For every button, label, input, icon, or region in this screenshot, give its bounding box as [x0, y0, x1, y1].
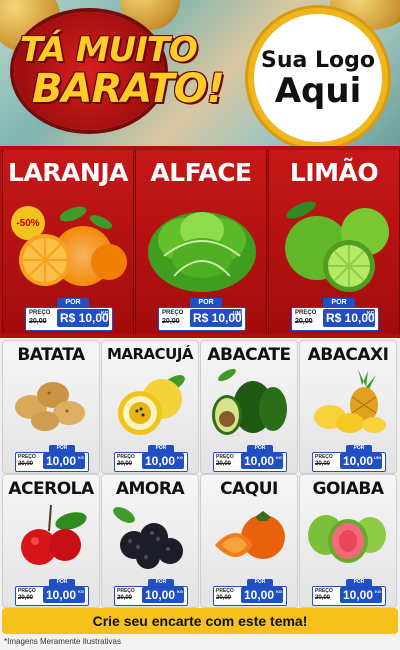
product-card-amora: AMORA POR PREÇO 20,00 10,00 KG: [101, 474, 199, 608]
potato-image: [15, 382, 85, 431]
logo-placeholder: Sua Logo Aqui: [248, 8, 388, 146]
product-grid: BATATA POR PREÇO 20,00 10,00 KG MARACUJÁ: [0, 338, 400, 608]
product-name: ALFACE: [150, 158, 252, 187]
unit-label: KG: [101, 311, 109, 317]
por-label: POR: [247, 579, 273, 586]
product-name: ABACATE: [207, 345, 291, 365]
product-name: LARANJA: [8, 158, 128, 187]
product-card-abacate: ABACATE POR PREÇO 20,00 10,00 KG: [200, 340, 298, 474]
price-label: PREÇO: [117, 588, 135, 594]
product-card-batata: BATATA POR PREÇO 20,00 10,00 KG: [2, 340, 100, 474]
price-label: PREÇO: [315, 454, 333, 460]
price-label: PREÇO: [216, 588, 234, 594]
product-name: GOIABA: [312, 479, 384, 499]
featured-row: LARANJA -50% POR PREÇO 20,00 R$ 10,00 KG: [0, 146, 400, 338]
por-label: POR: [346, 445, 372, 452]
old-price: 20,00: [18, 595, 34, 601]
por-label: POR: [148, 579, 174, 586]
logo-text-line-1: Sua Logo: [260, 47, 375, 73]
headline-line-1: TÁ MUITO: [20, 30, 198, 70]
product-card-alface: ALFACE POR PREÇO 20,00 R$ 10,00 UNI: [135, 150, 267, 334]
unit-label: KG: [177, 589, 183, 594]
headline-line-2: BARATO!: [32, 66, 225, 112]
por-label: POR: [323, 298, 355, 307]
product-name: BATATA: [17, 345, 85, 365]
old-price: 20,00: [315, 461, 331, 467]
por-label: POR: [190, 298, 222, 307]
old-price: 20,00: [295, 318, 313, 325]
old-price: 20,00: [117, 595, 133, 601]
disclaimer-text: *Imagens Meramente Ilustrativas: [4, 637, 121, 646]
product-card-goiaba: GOIABA POR PREÇO 20,00 10,00 KG: [299, 474, 397, 608]
lettuce-image: [148, 212, 256, 292]
old-price: 20,00: [216, 461, 232, 467]
old-price: 20,00: [29, 318, 47, 325]
product-card-maracuja: MARACUJÁ POR PREÇO 20,00 10,00 KG: [101, 340, 199, 474]
unit-label: KG: [78, 455, 84, 460]
por-label: POR: [57, 298, 89, 307]
blackberry-image: [113, 507, 183, 569]
old-price: 20,00: [315, 595, 331, 601]
unit-label: UNI: [374, 455, 381, 460]
product-card-caqui: CAQUI POR PREÇO 20,00 10,00 KG: [200, 474, 298, 608]
por-label: POR: [49, 579, 75, 586]
product-card-acerola: ACEROLA POR PREÇO 20,00 10,00 KG: [2, 474, 100, 608]
product-name: CAQUI: [220, 479, 278, 499]
logo-text-line-2: Aqui: [274, 70, 362, 111]
old-price: 20,00: [117, 461, 133, 467]
price-label: PREÇO: [295, 310, 317, 316]
price-label: PREÇO: [162, 310, 184, 316]
price-label: PREÇO: [18, 454, 36, 460]
unit-label: KG: [367, 311, 375, 317]
product-name: AMORA: [115, 479, 185, 499]
unit-label: KG: [375, 589, 381, 594]
price-label: PREÇO: [315, 588, 333, 594]
pineapple-image: [314, 369, 386, 433]
cta-banner[interactable]: Crie seu encarte com este tema!: [2, 608, 398, 634]
unit-label: KG: [78, 589, 84, 594]
price-label: PREÇO: [18, 588, 36, 594]
unit-label: KG: [276, 589, 282, 594]
old-price: 20,00: [162, 318, 180, 325]
product-name: ACEROLA: [8, 479, 94, 499]
product-card-limao: LIMÃO POR PREÇO 20,00 R$ 10,00 KG: [268, 150, 400, 334]
por-label: POR: [346, 579, 372, 586]
acerola-image: [21, 504, 87, 565]
price-label: PREÇO: [29, 310, 51, 316]
lime-image: [285, 201, 389, 292]
header-banner: TÁ MUITO BARATO! Sua Logo Aqui: [0, 0, 400, 146]
price-label: PREÇO: [117, 454, 135, 460]
guava-image: [308, 515, 386, 563]
unit-label: UNI: [233, 311, 242, 317]
product-card-laranja: LARANJA -50% POR PREÇO 20,00 R$ 10,00 KG: [2, 150, 134, 334]
price-label: PREÇO: [216, 454, 234, 460]
product-card-abacaxi: ABACAXI POR PREÇO 20,00 10,00 UNI: [299, 340, 397, 474]
por-label: POR: [148, 445, 174, 452]
product-name: LIMÃO: [289, 158, 379, 187]
old-price: 20,00: [18, 461, 34, 467]
unit-label: KG: [177, 455, 183, 460]
product-name: MARACUJÁ: [106, 345, 194, 363]
por-label: POR: [247, 445, 273, 452]
orange-image: [19, 206, 127, 286]
por-label: POR: [49, 445, 75, 452]
persimmon-image: [215, 511, 285, 559]
passion-fruit-image: [118, 375, 185, 435]
unit-label: KG: [276, 455, 282, 460]
old-price: 20,00: [216, 595, 232, 601]
avocado-image: [212, 368, 287, 435]
product-name: ABACAXI: [307, 345, 389, 365]
